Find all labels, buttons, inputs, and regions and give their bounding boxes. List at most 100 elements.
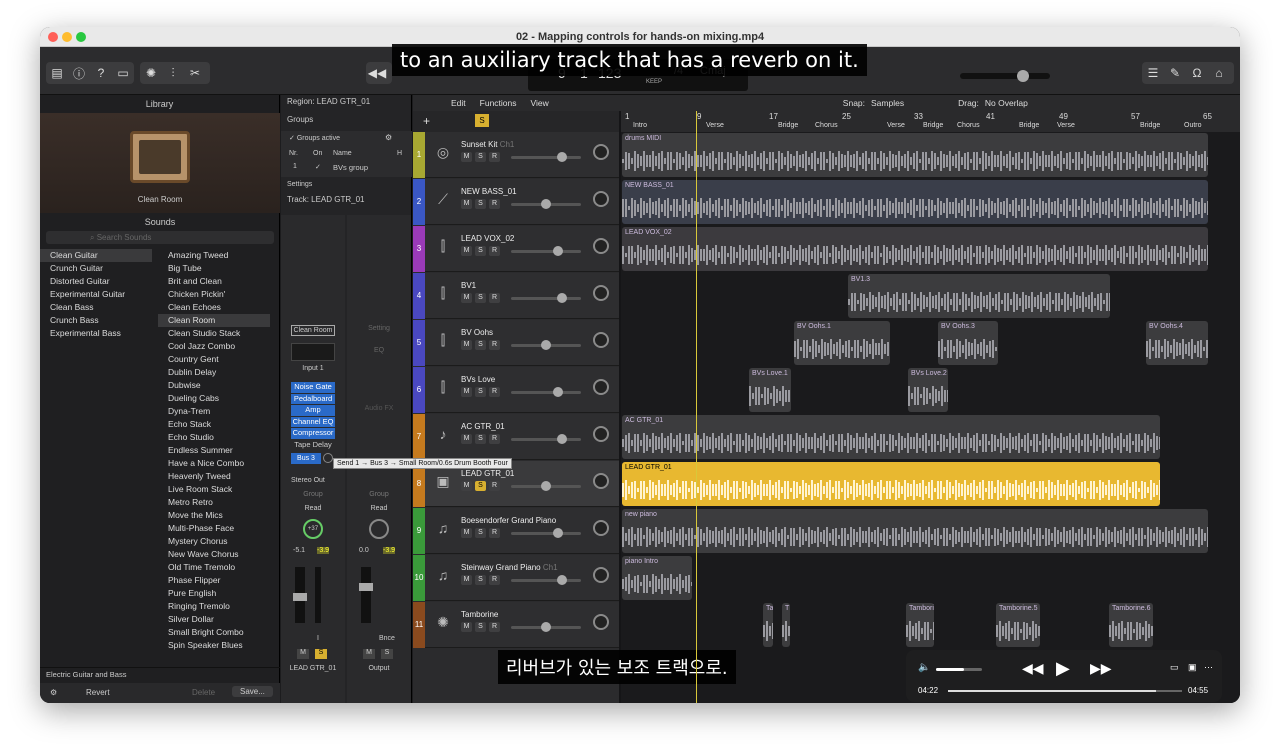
region-oohs4[interactable]: BV Oohs.4 [1146, 321, 1208, 365]
browsers-icon[interactable]: ⌂ [1208, 62, 1230, 84]
arrangement-marker[interactable]: Outro [1184, 122, 1202, 129]
category-item[interactable]: Experimental Guitar [40, 288, 152, 301]
mute-button-output[interactable]: M [363, 649, 375, 659]
track-header[interactable]: 7 ♪ AC GTR_01 MSR [413, 414, 619, 460]
track-name[interactable]: Sunset Kit Ch1 [461, 140, 514, 149]
solo-button[interactable]: S [475, 199, 486, 209]
record-button[interactable]: R [489, 293, 500, 303]
region-oohs1[interactable]: BV Oohs.1 [794, 321, 890, 365]
track-volume-fader[interactable] [511, 293, 581, 303]
track-volume-fader[interactable] [511, 575, 581, 585]
category-item[interactable]: Crunch Guitar [40, 262, 152, 275]
patch-item[interactable]: Silver Dollar [158, 613, 270, 626]
revert-button[interactable]: Revert [86, 688, 110, 697]
toolbar-icon[interactable]: ▭ [112, 62, 134, 84]
solo-button[interactable]: S [475, 340, 486, 350]
solo-button[interactable]: S [475, 246, 486, 256]
track-pan-knob[interactable] [593, 144, 609, 160]
view-menu[interactable]: View [531, 98, 549, 108]
functions-menu[interactable]: Functions [480, 98, 517, 108]
settings-header[interactable]: Settings [287, 181, 312, 188]
skip-forward-icon[interactable]: ▶▶ [1090, 660, 1112, 677]
track-pan-knob[interactable] [593, 614, 609, 630]
arrangement-marker[interactable]: Bridge [1140, 122, 1160, 129]
pan-knob-output[interactable] [369, 519, 389, 539]
subtitles-icon[interactable]: ▣ [1188, 662, 1197, 673]
note-pad-icon[interactable]: ✎ [1164, 62, 1186, 84]
track-header[interactable]: 10 ♫ Steinway Grand Piano Ch1 M S R [413, 555, 619, 601]
region-vox[interactable]: LEAD VOX_02 [622, 227, 1208, 271]
patch-item[interactable]: Multi-Phase Face [158, 522, 270, 535]
patch-item[interactable]: Move the Mics [158, 509, 270, 522]
group-name[interactable]: BVs group [333, 163, 368, 172]
patch-item[interactable]: New Wave Chorus [158, 548, 270, 561]
mute-button[interactable]: M [461, 246, 472, 256]
record-button[interactable]: R [489, 528, 500, 538]
snap-select[interactable]: Samples [871, 98, 904, 108]
settings-gear-icon[interactable]: ⚙ [50, 688, 57, 697]
input-slot[interactable]: Input 1 [291, 365, 335, 376]
groups-header[interactable]: Groups [287, 115, 313, 124]
output-slot[interactable]: Stereo Out [291, 477, 325, 484]
record-button[interactable]: R [489, 387, 500, 397]
send-level-knob[interactable] [323, 453, 333, 463]
patch-item[interactable]: Metro Retro [158, 496, 270, 509]
patch-item[interactable]: Have a Nice Combo [158, 457, 270, 470]
region-lead[interactable]: LEAD GTR_01 [622, 462, 1160, 506]
master-volume-slider[interactable] [960, 70, 1050, 82]
arrangement-marker[interactable]: Bridge [923, 122, 943, 129]
track-name[interactable]: Tamborine [461, 610, 498, 619]
track-volume-fader[interactable] [511, 246, 581, 256]
mute-button[interactable]: M [461, 387, 472, 397]
track-pan-knob[interactable] [593, 379, 609, 395]
delete-button[interactable]: Delete [192, 688, 215, 697]
arrangement-marker[interactable]: Chorus [957, 122, 980, 129]
track-volume-fader[interactable] [511, 434, 581, 444]
track-pan-knob[interactable] [593, 567, 609, 583]
arrangement-marker[interactable]: Verse [887, 122, 905, 129]
category-item[interactable]: Clean Bass [40, 301, 152, 314]
zoom-window-button[interactable] [76, 32, 86, 42]
patch-item[interactable]: Cool Jazz Combo [158, 340, 270, 353]
scrubber[interactable] [948, 690, 1182, 692]
track-name[interactable]: Boesendorfer Grand Piano [461, 516, 556, 525]
track-header[interactable]: 11 ✺ Tamborine MSR [413, 602, 619, 648]
mute-button[interactable]: M [461, 199, 472, 209]
player-volume-slider[interactable] [936, 668, 982, 671]
patch-item[interactable]: Spin Speaker Blues [158, 639, 270, 652]
audio-fx-slot[interactable]: Audio FX [357, 405, 401, 412]
record-button[interactable]: R [489, 199, 500, 209]
groups-gear-icon[interactable]: ⚙ [385, 133, 392, 142]
plugin-compressor[interactable]: Compressor [291, 428, 335, 439]
track-pan-knob[interactable] [593, 191, 609, 207]
patch-item[interactable]: Echo Stack [158, 418, 270, 431]
solo-button[interactable]: S [475, 528, 486, 538]
volume-fader-output[interactable] [359, 567, 373, 623]
track-volume-fader[interactable] [511, 622, 581, 632]
patch-item[interactable]: Phase Flipper [158, 574, 270, 587]
track-name[interactable]: AC GTR_01 [461, 422, 505, 431]
pan-knob[interactable]: +37 [303, 519, 323, 539]
patch-item[interactable]: Big Tube [158, 262, 270, 275]
patch-item[interactable]: Old Time Tremolo [158, 561, 270, 574]
arrangement-marker[interactable]: Bridge [1019, 122, 1039, 129]
mute-button[interactable]: M [461, 152, 472, 162]
record-button[interactable]: R [489, 246, 500, 256]
list-editors-icon[interactable]: ☰ [1142, 62, 1164, 84]
mute-button[interactable]: M [461, 622, 472, 632]
track-pan-knob[interactable] [593, 473, 609, 489]
track-name[interactable]: BV1 [461, 281, 476, 290]
track-header[interactable]: 2 ⟋ NEW BASS_01 MSR [413, 179, 619, 225]
region-tamb5[interactable]: Tamborine.5 [996, 603, 1040, 647]
solo-button[interactable]: S [475, 293, 486, 303]
solo-button[interactable]: S [475, 152, 486, 162]
patch-item[interactable]: Clean Room [158, 314, 270, 327]
region-tamb6[interactable]: Tamborine.6 [1109, 603, 1153, 647]
skip-back-icon[interactable]: ◀◀ [1022, 660, 1044, 677]
track-pan-knob[interactable] [593, 520, 609, 536]
group-slot-output[interactable]: Group [357, 491, 401, 498]
solo-button[interactable]: S [475, 481, 486, 491]
record-button[interactable]: R [489, 481, 500, 491]
mute-button[interactable]: M [461, 340, 472, 350]
ruler[interactable]: 1 9 17 25 33 41 49 57 65 Intro Verse Bridge Chorus Ve… [621, 111, 1240, 132]
